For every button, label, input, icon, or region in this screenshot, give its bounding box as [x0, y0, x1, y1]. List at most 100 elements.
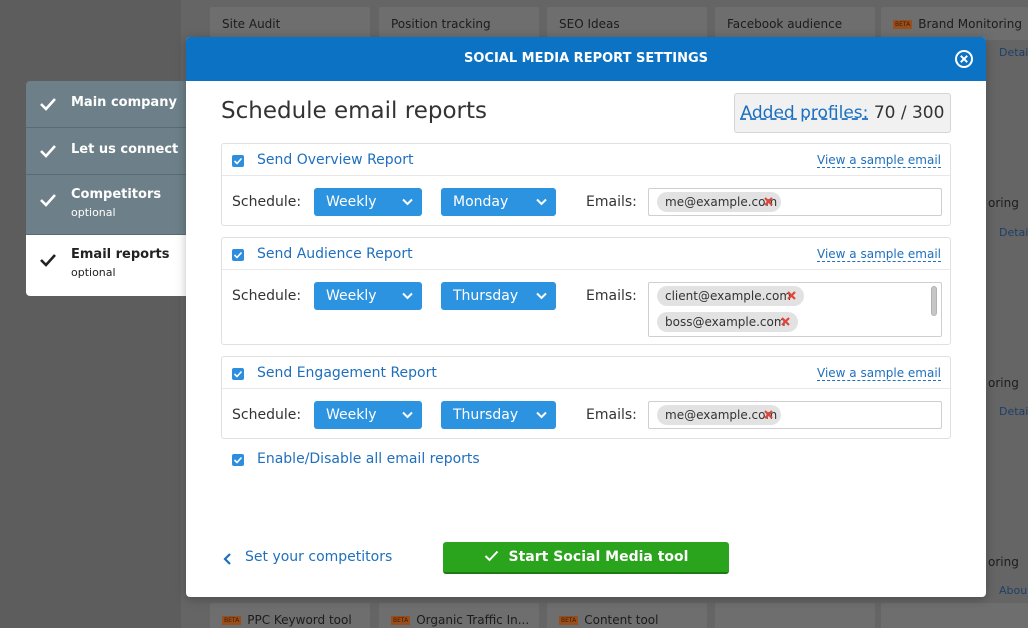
emails-label: Emails: — [586, 194, 637, 210]
check-icon — [233, 370, 243, 378]
background-text: oring — [988, 555, 1019, 569]
report-title[interactable]: Send Overview Report — [257, 152, 413, 168]
modal-title: SOCIAL MEDIA REPORT SETTINGS — [463, 51, 708, 66]
tool-tile: BETA Brand Monitoring — [881, 7, 1028, 40]
chevron-down-icon — [402, 411, 413, 419]
toggle-all-checkbox[interactable] — [232, 454, 244, 466]
check-icon — [40, 98, 56, 111]
email-recipients-input[interactable]: me@example.com — [648, 401, 942, 429]
report-header: Send Engagement Report View a sample ema… — [222, 357, 950, 389]
engagement-report-card: Send Engagement Report View a sample ema… — [221, 356, 951, 439]
beta-badge: BETA — [391, 616, 411, 625]
report-settings-modal: SOCIAL MEDIA REPORT SETTINGS Schedule em… — [186, 37, 986, 597]
report-header: Send Audience Report View a sample email — [222, 238, 950, 270]
step-let-us-connect[interactable]: Let us connect — [26, 128, 186, 175]
report-title[interactable]: Send Engagement Report — [257, 365, 437, 381]
modal-header: SOCIAL MEDIA REPORT SETTINGS — [186, 37, 986, 81]
check-icon — [233, 251, 243, 259]
background-text: oring — [988, 376, 1019, 390]
report-header: Send Overview Report View a sample email — [222, 144, 950, 176]
day-select[interactable]: Monday — [441, 188, 556, 216]
emails-label: Emails: — [586, 407, 637, 423]
day-value: Thursday — [453, 407, 519, 423]
chevron-down-icon — [536, 292, 547, 300]
beta-badge: BETA — [893, 20, 913, 29]
remove-icon[interactable] — [786, 290, 797, 301]
view-sample-email-link[interactable]: View a sample email — [817, 367, 941, 381]
email-recipients-input[interactable]: client@example.com boss@example.com — [648, 282, 942, 337]
step-main-company[interactable]: Main company — [26, 81, 186, 128]
background-link: Detail — [999, 226, 1028, 239]
tool-tile: Site Audit — [210, 7, 370, 40]
schedule-label: Schedule: — [232, 288, 302, 304]
email-list-scrollbar[interactable] — [931, 286, 937, 316]
step-email-reports[interactable]: Email reports optional — [26, 235, 186, 296]
background-link: Detail — [999, 405, 1028, 418]
email-tag: client@example.com — [657, 286, 804, 306]
day-value: Thursday — [453, 288, 519, 304]
audience-report-card: Send Audience Report View a sample email… — [221, 237, 951, 345]
frequency-select[interactable]: Weekly — [314, 188, 422, 216]
remove-icon[interactable] — [763, 409, 774, 420]
report-title[interactable]: Send Audience Report — [257, 246, 413, 262]
background-link: Detail — [999, 46, 1028, 59]
email-tag: boss@example.com — [657, 312, 798, 332]
step-label: Competitors — [71, 187, 162, 202]
wizard-steps: Main company Let us connect Competitors … — [26, 81, 186, 296]
email-recipients-input[interactable]: me@example.com — [648, 188, 942, 216]
tool-tile: BETA Organic Traffic In... — [379, 603, 539, 628]
audience-report-checkbox[interactable] — [232, 249, 244, 261]
check-icon — [40, 194, 56, 207]
schedule-label: Schedule: — [232, 407, 302, 423]
chevron-down-icon — [402, 292, 413, 300]
remove-icon[interactable] — [763, 196, 774, 207]
close-icon[interactable] — [954, 49, 974, 69]
step-label: Let us connect — [71, 142, 179, 157]
frequency-value: Weekly — [326, 407, 377, 423]
step-sublabel: optional — [71, 206, 116, 219]
frequency-select[interactable]: Weekly — [314, 282, 422, 310]
view-sample-email-link[interactable]: View a sample email — [817, 154, 941, 168]
email-tag: me@example.com — [657, 405, 781, 425]
check-icon — [40, 254, 56, 267]
day-select[interactable]: Thursday — [441, 401, 556, 429]
profiles-count: 70 / 300 — [873, 103, 945, 123]
step-label: Main company — [71, 95, 177, 110]
check-icon — [40, 145, 56, 158]
day-value: Monday — [453, 194, 509, 210]
profiles-counter: Added profiles: 70 / 300 — [734, 93, 951, 133]
email-tag: me@example.com — [657, 192, 781, 212]
start-social-media-tool-button[interactable]: Start Social Media tool — [443, 542, 729, 574]
overview-report-checkbox[interactable] — [232, 155, 244, 167]
email-tag-text: me@example.com — [665, 408, 778, 422]
email-tag-text: client@example.com — [665, 289, 792, 303]
chevron-down-icon — [402, 198, 413, 206]
start-button-label: Start Social Media tool — [508, 549, 689, 565]
chevron-down-icon — [536, 198, 547, 206]
check-icon — [233, 456, 243, 464]
beta-badge: BETA — [222, 616, 242, 625]
tool-tile: Position tracking — [379, 7, 539, 40]
view-sample-email-link[interactable]: View a sample email — [817, 248, 941, 262]
tool-tile — [715, 603, 875, 628]
added-profiles-link[interactable]: Added profiles: — [741, 103, 869, 123]
schedule-label: Schedule: — [232, 194, 302, 210]
day-select[interactable]: Thursday — [441, 282, 556, 310]
engagement-report-checkbox[interactable] — [232, 368, 244, 380]
background-link: Abou — [999, 584, 1028, 597]
step-competitors[interactable]: Competitors optional — [26, 175, 186, 235]
tool-tile — [881, 603, 1028, 628]
chevron-left-icon — [223, 553, 231, 565]
tool-tile: BETA Content tool — [547, 603, 707, 628]
check-icon — [233, 157, 243, 165]
beta-badge: BETA — [559, 616, 579, 625]
tool-tile: Facebook audience — [715, 7, 875, 40]
tool-tile: BETA PPC Keyword tool — [210, 603, 370, 628]
frequency-value: Weekly — [326, 288, 377, 304]
remove-icon[interactable] — [780, 316, 791, 327]
frequency-select[interactable]: Weekly — [314, 401, 422, 429]
check-icon — [484, 550, 498, 562]
page-title: Schedule email reports — [221, 98, 487, 124]
email-tag-text: boss@example.com — [665, 315, 786, 329]
toggle-all-label[interactable]: Enable/Disable all email reports — [257, 451, 480, 467]
